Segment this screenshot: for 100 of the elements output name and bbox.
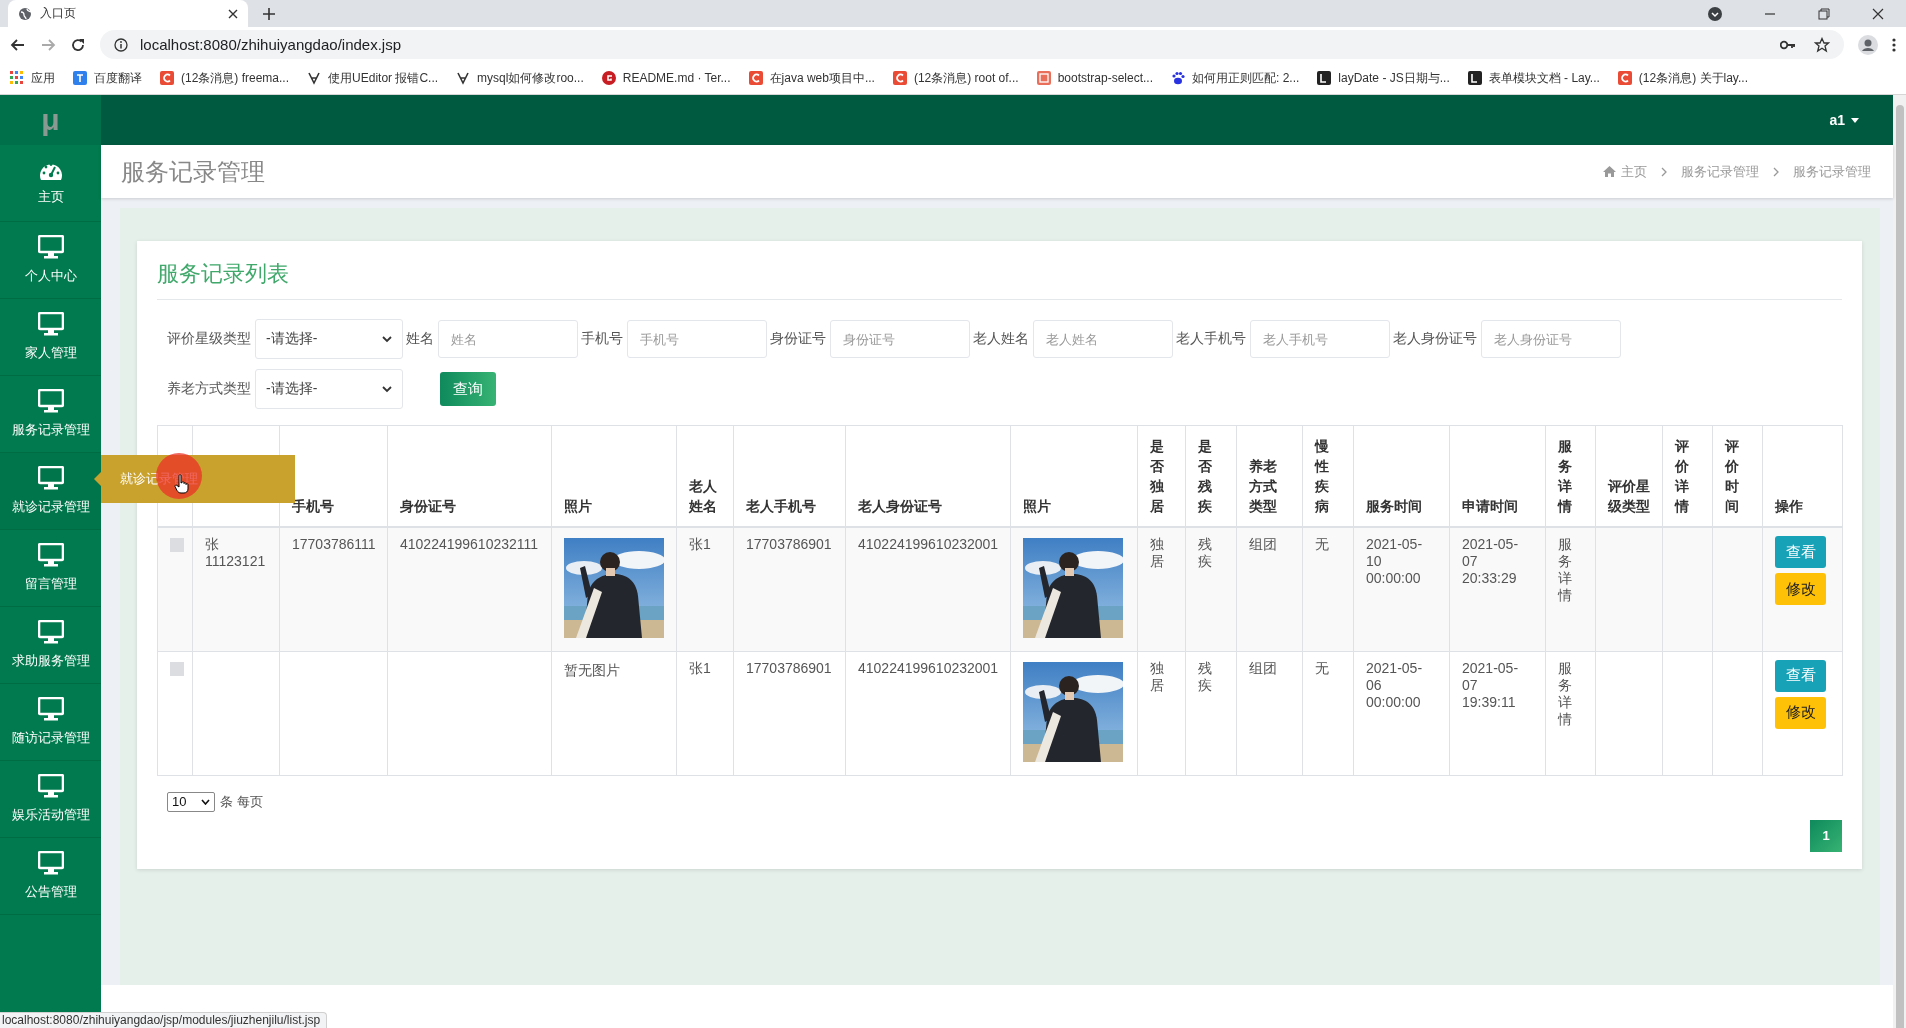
table-cell: 410224199610232001 bbox=[858, 659, 999, 676]
bookmark[interactable]: mysql如何修改roo... bbox=[456, 69, 584, 87]
monitor-icon bbox=[37, 697, 64, 721]
user-menu[interactable]: a1 bbox=[1829, 112, 1859, 128]
restore-icon[interactable] bbox=[1818, 7, 1830, 20]
table-cell: 残疾 bbox=[1198, 659, 1212, 693]
input-field[interactable]: 老人手机号 bbox=[1250, 320, 1390, 358]
table-cell: 张1 bbox=[689, 659, 711, 676]
field-label: 老人身份证号 bbox=[1393, 330, 1477, 348]
monitor-icon bbox=[37, 389, 64, 413]
field-label: 老人姓名 bbox=[973, 330, 1029, 348]
card-title: 服务记录列表 bbox=[157, 255, 1842, 300]
letter-c-icon bbox=[1617, 71, 1632, 85]
globe-icon bbox=[18, 6, 32, 21]
letter-c-icon bbox=[892, 71, 907, 85]
monitor-icon bbox=[37, 466, 64, 490]
reload-icon[interactable] bbox=[70, 36, 86, 53]
address-bar[interactable]: localhost:8080/zhihuiyangdao/index.jsp bbox=[100, 30, 1844, 59]
new-tab-icon[interactable] bbox=[262, 6, 276, 21]
table-cell: 组团 bbox=[1249, 536, 1277, 552]
close-icon[interactable] bbox=[228, 8, 238, 19]
bookmark[interactable]: README.md · Ter... bbox=[601, 71, 731, 85]
select-field[interactable]: -请选择- bbox=[255, 369, 403, 409]
page-size-select[interactable]: 10 bbox=[167, 791, 215, 812]
table-cell: 17703786901 bbox=[746, 659, 832, 676]
bookmark[interactable]: (12条消息) root of... bbox=[892, 69, 1019, 87]
bookmark[interactable]: 表单模块文档 - Lay... bbox=[1467, 69, 1600, 87]
l-mark-icon bbox=[1467, 71, 1482, 85]
star-icon[interactable] bbox=[1814, 36, 1830, 53]
back-icon[interactable] bbox=[10, 36, 26, 53]
edit-button[interactable]: 修改 bbox=[1775, 696, 1826, 729]
v-mark-icon bbox=[456, 71, 471, 85]
table-cell: 无 bbox=[1315, 659, 1329, 676]
info-icon bbox=[114, 37, 128, 52]
field-label: 评价星级类型 bbox=[167, 330, 251, 348]
bookmark[interactable]: 应用 bbox=[10, 69, 55, 87]
field-label: 老人手机号 bbox=[1176, 330, 1246, 348]
chevron-icon bbox=[1661, 166, 1667, 177]
field-label: 身份证号 bbox=[770, 330, 826, 348]
field-label: 手机号 bbox=[581, 330, 623, 348]
close-icon[interactable] bbox=[1872, 7, 1884, 20]
bookmark[interactable]: (12条消息) freema... bbox=[160, 69, 290, 87]
table-cell: 张1 bbox=[689, 536, 711, 552]
bookmark[interactable]: (12条消息) 关于lay... bbox=[1617, 69, 1748, 87]
table-cell: 组团 bbox=[1249, 659, 1277, 676]
paw-icon bbox=[1171, 71, 1185, 85]
letter-c-icon bbox=[748, 71, 763, 85]
table-cell: 独居 bbox=[1150, 536, 1164, 569]
input-field[interactable]: 老人姓名 bbox=[1033, 320, 1173, 358]
monitor-icon bbox=[37, 543, 64, 567]
input-field[interactable]: 手机号 bbox=[627, 320, 767, 358]
bookmark[interactable]: 百度翻译 bbox=[73, 69, 142, 87]
table-cell: 2021-05-10 00:00:00 bbox=[1366, 536, 1423, 586]
table-cell: 2021-05-07 20:33:29 bbox=[1462, 536, 1519, 586]
edit-button[interactable]: 修改 bbox=[1775, 573, 1826, 605]
chevron-down-icon bbox=[382, 335, 392, 343]
browser-tab[interactable]: 入口页 bbox=[8, 0, 248, 27]
page-title: 服务记录管理 bbox=[121, 156, 265, 187]
monitor-icon bbox=[37, 851, 64, 875]
v-mark-icon bbox=[307, 71, 322, 85]
table-cell: 无 bbox=[1315, 536, 1329, 552]
home-icon bbox=[1603, 166, 1616, 177]
table-cell: 服务详情 bbox=[1558, 536, 1572, 603]
bookmark[interactable]: 在java web项目中... bbox=[748, 69, 875, 87]
select-field[interactable]: -请选择- bbox=[255, 319, 403, 359]
input-field[interactable]: 老人身份证号 bbox=[1481, 320, 1621, 358]
apps-grid-icon bbox=[10, 71, 24, 85]
search-button[interactable]: 查询 bbox=[440, 372, 496, 406]
bookmark[interactable]: layDate - JS日期与... bbox=[1317, 69, 1450, 87]
letter-c-icon bbox=[160, 71, 174, 85]
table-cell: 张11123121 bbox=[205, 536, 266, 569]
field-label: 养老方式类型 bbox=[167, 380, 251, 398]
dropdown-icon[interactable] bbox=[1708, 6, 1722, 21]
table-cell: 独居 bbox=[1150, 659, 1164, 693]
input-field[interactable]: 姓名 bbox=[438, 320, 578, 358]
scrollbar-thumb[interactable] bbox=[1895, 105, 1904, 1028]
bookmark[interactable]: 使用UEditor 报错C... bbox=[307, 69, 439, 87]
table-cell: 17703786901 bbox=[746, 536, 832, 552]
input-field[interactable]: 身份证号 bbox=[830, 320, 970, 358]
translate-icon bbox=[73, 71, 87, 85]
menu-icon[interactable] bbox=[1892, 36, 1896, 53]
table-cell: 410224199610232111 bbox=[400, 536, 539, 552]
scrollbar[interactable] bbox=[1893, 95, 1906, 1028]
key-icon bbox=[1780, 38, 1796, 51]
table-cell: 2021-05-07 19:39:11 bbox=[1462, 659, 1519, 710]
bookmark[interactable]: 如何用正则匹配: 2... bbox=[1171, 69, 1300, 87]
table-cell: 服务详情 bbox=[1558, 659, 1572, 727]
row-checkbox[interactable] bbox=[170, 538, 184, 552]
profile-icon[interactable] bbox=[1858, 34, 1878, 55]
field-label: 姓名 bbox=[406, 330, 434, 348]
chevron-down-icon bbox=[382, 385, 392, 393]
page-size-label: 条 每页 bbox=[220, 792, 263, 811]
table-cell: 残疾 bbox=[1198, 536, 1212, 569]
logo: μ bbox=[0, 95, 101, 145]
bookmark[interactable]: bootstrap-select... bbox=[1036, 71, 1153, 85]
monitor-icon bbox=[37, 312, 64, 336]
row-checkbox[interactable] bbox=[170, 661, 184, 676]
monitor-icon bbox=[37, 774, 64, 798]
caret-icon bbox=[1851, 117, 1859, 123]
table-cell: 暂无图片 bbox=[564, 661, 620, 678]
